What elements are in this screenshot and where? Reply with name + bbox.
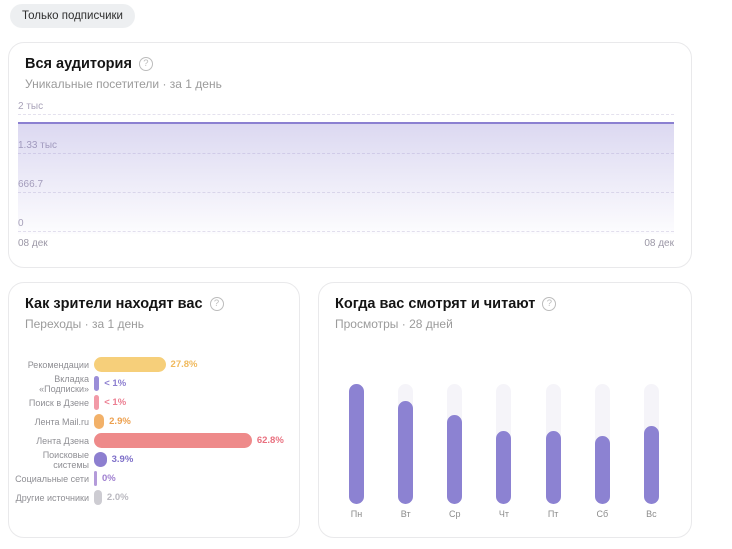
source-row: Вкладка «Подписки» < 1% — [9, 373, 293, 394]
source-value: 3.9% — [111, 454, 134, 465]
weekday-fill — [545, 430, 561, 504]
sources-title-text: Как зрители находят вас — [25, 296, 203, 312]
audience-title-text: Вся аудитория — [25, 56, 132, 72]
source-row: Лента Mail.ru 2.9% — [9, 412, 293, 431]
audience-card-subtitle: Уникальные посетители · за 1 день — [25, 77, 222, 91]
source-bar — [94, 357, 166, 372]
weekday-label: Вт — [400, 509, 411, 519]
weekday-fill — [447, 415, 463, 504]
help-icon[interactable]: ? — [138, 57, 153, 71]
sources-card-title: Как зрители находят вас ? — [25, 296, 283, 312]
weekday-column: Ср — [447, 384, 463, 519]
source-value: 62.8% — [256, 435, 284, 446]
weekday-fill — [349, 384, 364, 504]
source-row: Социальные сети 0% — [9, 469, 293, 488]
sources-bar-chart: Рекомендации 27.8% Вкладка «Подписки» < 1% П… — [9, 355, 293, 507]
filter-chip-subscribers-only[interactable]: Только подписчики — [10, 4, 135, 28]
schedule-card-header: Когда вас смотрят и читают ? Просмотры ·… — [319, 283, 691, 331]
source-label: Лента Дзена — [36, 435, 89, 446]
audience-card-header: Вся аудитория ? Уникальные посетители · … — [9, 43, 691, 91]
source-label: Вкладка «Подписки» — [39, 373, 89, 394]
source-label: Поиск в Дзене — [28, 397, 89, 408]
schedule-card-subtitle: Просмотры · 28 дней — [335, 317, 453, 331]
help-icon[interactable]: ? — [542, 297, 557, 311]
source-value: 2.9% — [109, 416, 131, 427]
audience-card-title: Вся аудитория ? — [25, 56, 675, 72]
source-value: 27.8% — [170, 359, 198, 370]
weekday-label: Ср — [449, 509, 461, 519]
schedule-card-title: Когда вас смотрят и читают ? — [335, 296, 675, 312]
source-bar — [94, 490, 102, 505]
sources-card-header: Как зрители находят вас ? Переходы · за … — [9, 283, 299, 331]
weekday-fill — [594, 435, 610, 504]
source-bar — [94, 414, 105, 429]
source-label: Другие источники — [15, 492, 89, 503]
source-row: Поиск в Дзене < 1% — [9, 393, 293, 412]
weekday-label: Чт — [498, 509, 510, 519]
audience-card: Вся аудитория ? Уникальные посетители · … — [8, 42, 692, 268]
source-label: Рекомендации — [27, 359, 89, 370]
source-value: 0% — [102, 473, 116, 484]
weekday-column: Вс — [643, 384, 659, 519]
sources-card: Как зрители находят вас ? Переходы · за … — [8, 282, 300, 538]
weekday-fill — [398, 400, 414, 504]
weekday-label: Вс — [646, 509, 657, 519]
area-series — [18, 122, 674, 234]
weekday-column: Сб — [594, 384, 610, 519]
x-axis-label: 08 дек — [18, 238, 48, 249]
weekday-label: Сб — [596, 509, 609, 519]
source-value: 2.0% — [106, 492, 129, 503]
weekday-fill — [496, 430, 512, 504]
source-label: Лента Mail.ru — [34, 416, 89, 427]
source-row: Рекомендации 27.8% — [9, 355, 293, 374]
source-value: < 1% — [104, 397, 127, 408]
x-axis-label: 08 дек — [644, 238, 674, 249]
help-icon[interactable]: ? — [209, 297, 224, 311]
weekday-column: Пт — [545, 384, 561, 519]
source-label: Поисковые системы — [42, 449, 89, 470]
source-row: Другие источники 2.0% — [9, 488, 293, 507]
source-bar — [94, 376, 100, 391]
source-label: Социальные сети — [15, 473, 89, 484]
source-row: Лента Дзена 62.8% — [9, 431, 293, 450]
weekday-fill — [643, 426, 659, 504]
weekday-label: Пт — [547, 509, 559, 519]
source-value: < 1% — [104, 378, 127, 389]
weekday-column: Чт — [496, 384, 512, 519]
source-bar — [94, 395, 100, 410]
source-row: Поисковые системы 3.9% — [9, 449, 293, 470]
source-bar — [94, 471, 97, 486]
gridline — [18, 114, 674, 115]
weekday-label: Пн — [350, 509, 363, 519]
sources-card-subtitle: Переходы · за 1 день — [25, 317, 145, 331]
audience-area-chart: 2 тыс1.33 тыс666.7008 дек08 дек — [18, 101, 674, 249]
source-bar — [94, 452, 107, 467]
y-axis-tick: 2 тыс — [18, 101, 44, 112]
schedule-card: Когда вас смотрят и читают ? Просмотры ·… — [318, 282, 692, 538]
source-bar — [94, 433, 252, 448]
weekday-column: Пн — [349, 384, 364, 519]
weekday-column: Вт — [398, 384, 414, 519]
schedule-title-text: Когда вас смотрят и читают — [335, 296, 536, 312]
weekday-bar-chart: Пн Вт Ср Чт Пт Сб Вс — [349, 384, 659, 519]
